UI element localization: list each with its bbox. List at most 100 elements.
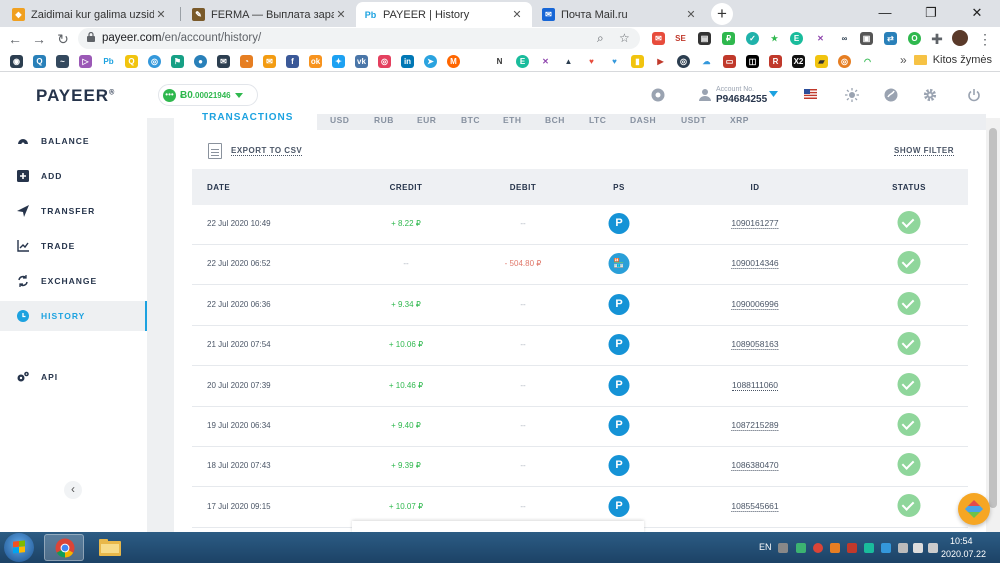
sidebar-item-api[interactable]: API <box>0 362 147 392</box>
clock-date[interactable]: 2020.07.22 <box>941 549 986 559</box>
bookmark-icon[interactable]: ⚑ <box>171 55 184 68</box>
bookmark-icon[interactable]: ✉ <box>263 55 276 68</box>
bookmark-icon[interactable]: M <box>447 55 460 68</box>
table-row[interactable]: 22 Jul 2020 10:49 + 8.22 ₽ -- P 1090161277 <box>192 205 968 245</box>
close-window-button[interactable]: ✕ <box>954 0 1000 27</box>
bookmark-icon[interactable]: ☁ <box>700 55 713 68</box>
table-row[interactable]: 18 Jul 2020 07:43 + 9.39 ₽ -- P 1086380470 <box>192 447 968 488</box>
reload-icon[interactable]: ↻ <box>54 30 72 48</box>
support-icon[interactable] <box>884 88 898 102</box>
new-tab-button[interactable]: + <box>711 3 733 25</box>
flag-icon[interactable] <box>898 543 908 553</box>
page-scrollbar[interactable] <box>986 118 1000 532</box>
bookmark-icon[interactable]: ✦ <box>332 55 345 68</box>
bookmark-icon[interactable]: ♥ <box>585 55 598 68</box>
extension-icon[interactable]: ✕ <box>814 32 827 45</box>
extension-icon[interactable]: O <box>908 32 921 45</box>
show-filter-button[interactable]: SHOW FILTER <box>893 146 954 156</box>
more-bookmarks-icon[interactable]: » <box>900 53 907 67</box>
us-flag-icon[interactable] <box>804 89 817 99</box>
currency-tab-usdt[interactable]: USDT <box>681 115 706 125</box>
bookmark-icon[interactable]: X2 <box>792 55 805 68</box>
currency-tab-eth[interactable]: ETH <box>503 115 522 125</box>
account-dropdown-icon[interactable] <box>769 91 778 97</box>
sun-icon[interactable] <box>845 88 859 102</box>
transaction-id-link[interactable]: 1090006996 <box>731 299 779 310</box>
power-icon[interactable] <box>967 88 981 102</box>
transaction-id-link[interactable]: 1085545661 <box>731 501 779 512</box>
bookmark-icon[interactable]: Q <box>33 55 46 68</box>
bookmark-icon[interactable]: ▷ <box>79 55 92 68</box>
tray-icon[interactable] <box>813 543 823 553</box>
bookmark-icon[interactable]: ● <box>194 55 207 68</box>
currency-tab-xrp[interactable]: XRP <box>730 115 749 125</box>
currency-tab-ltc[interactable]: LTC <box>589 115 606 125</box>
bookmark-icon[interactable]: ♥ <box>608 55 621 68</box>
bookmark-icon[interactable]: ▶ <box>654 55 667 68</box>
bookmark-icon[interactable]: ◎ <box>838 55 851 68</box>
close-icon[interactable]: ✕ <box>684 8 698 21</box>
minimize-button[interactable]: — <box>862 0 908 27</box>
transaction-id-link[interactable]: 1090161277 <box>731 218 779 229</box>
speaker-icon[interactable] <box>913 543 923 553</box>
tab-payeer-history[interactable]: Pb PAYEER | History ✕ <box>356 2 532 27</box>
star-icon[interactable]: ☆ <box>619 31 630 45</box>
search-icon[interactable]: ⌕ <box>597 31 604 46</box>
collapse-sidebar-button[interactable]: ‹ <box>64 481 82 499</box>
tray-icon[interactable] <box>830 543 840 553</box>
transaction-id-link[interactable]: 1086380470 <box>731 460 779 472</box>
bookmark-icon[interactable]: ▰ <box>815 55 828 68</box>
bookmark-icon[interactable]: ▭ <box>723 55 736 68</box>
other-bookmarks[interactable]: Kitos žymės <box>913 54 992 66</box>
currency-tab-dash[interactable]: DASH <box>630 115 656 125</box>
bookmark-icon[interactable]: R <box>769 55 782 68</box>
tab-mail[interactable]: ✉ Почта Mail.ru ✕ <box>534 2 706 27</box>
bookmark-icon[interactable]: ✕ <box>539 55 552 68</box>
extension-icon[interactable]: ∞ <box>838 32 851 45</box>
maximize-button[interactable]: ❐ <box>908 0 954 27</box>
transaction-id-link[interactable]: 1087215289 <box>731 420 779 431</box>
bookmark-icon[interactable]: ▮ <box>631 55 644 68</box>
payeer-logo[interactable]: PAYEER® <box>36 86 115 106</box>
close-icon[interactable]: ✕ <box>334 8 348 21</box>
tray-icon[interactable] <box>881 543 891 553</box>
bookmark-icon[interactable]: N <box>493 55 506 68</box>
sidebar-item-history[interactable]: HISTORY <box>0 301 147 331</box>
bookmark-icon[interactable]: ◎ <box>677 55 690 68</box>
taskbar-explorer[interactable] <box>90 534 130 561</box>
extension-icon[interactable]: ₽ <box>722 32 735 45</box>
scrollbar-thumb[interactable] <box>989 128 997 508</box>
bookmark-icon[interactable]: ok <box>309 55 322 68</box>
table-row[interactable]: 22 Jul 2020 06:36 + 9.34 ₽ -- P 1090006996 <box>192 286 968 326</box>
currency-tab-rub[interactable]: RUB <box>374 115 394 125</box>
sidebar-item-transfer[interactable]: TRANSFER <box>0 196 147 226</box>
sidebar-item-trade[interactable]: TRADE <box>0 231 147 261</box>
taskbar-chrome[interactable] <box>44 534 84 561</box>
sidebar-item-exchange[interactable]: EXCHANGE <box>0 266 147 296</box>
wallet-balance-selector[interactable]: ••• Ƀ0.00021946 <box>158 84 258 106</box>
tray-icon[interactable] <box>847 543 857 553</box>
bookmark-icon[interactable]: f <box>286 55 299 68</box>
extension-icon[interactable]: E <box>790 32 803 45</box>
network-icon[interactable] <box>928 543 938 553</box>
bookmark-icon[interactable]: in <box>401 55 414 68</box>
bookmark-icon[interactable]: ◔ <box>240 55 253 68</box>
bookmark-icon[interactable]: ◉ <box>10 55 23 68</box>
bookmark-icon[interactable]: ➤ <box>424 55 437 68</box>
bookmark-icon[interactable]: ◎ <box>378 55 391 68</box>
table-row[interactable]: 20 Jul 2020 07:39 + 10.46 ₽ -- P 1088111060 <box>192 367 968 407</box>
sidebar-item-balance[interactable]: BALANCE <box>0 126 147 156</box>
tab-zaidimai[interactable]: ◆ Zaidimai kur galima uzsidirbti tik ✕ <box>4 2 176 27</box>
transaction-id-link[interactable]: 1090014346 <box>731 258 779 270</box>
extension-icon[interactable]: ✉ <box>652 32 665 45</box>
close-icon[interactable]: ✕ <box>154 8 168 21</box>
tab-ferma[interactable]: ✎ FERMA — Выплата заработка ✕ <box>184 2 356 27</box>
extension-icon[interactable]: ▣ <box>860 32 873 45</box>
gift-icon[interactable] <box>651 88 665 102</box>
bookmark-icon[interactable]: E <box>516 55 529 68</box>
extensions-icon[interactable]: ✚ <box>928 30 946 48</box>
extension-icon[interactable]: SE <box>674 32 687 45</box>
bookmark-icon[interactable]: Pb <box>102 55 115 68</box>
currency-tab-usd[interactable]: USD <box>330 115 349 125</box>
avatar[interactable] <box>952 30 968 46</box>
